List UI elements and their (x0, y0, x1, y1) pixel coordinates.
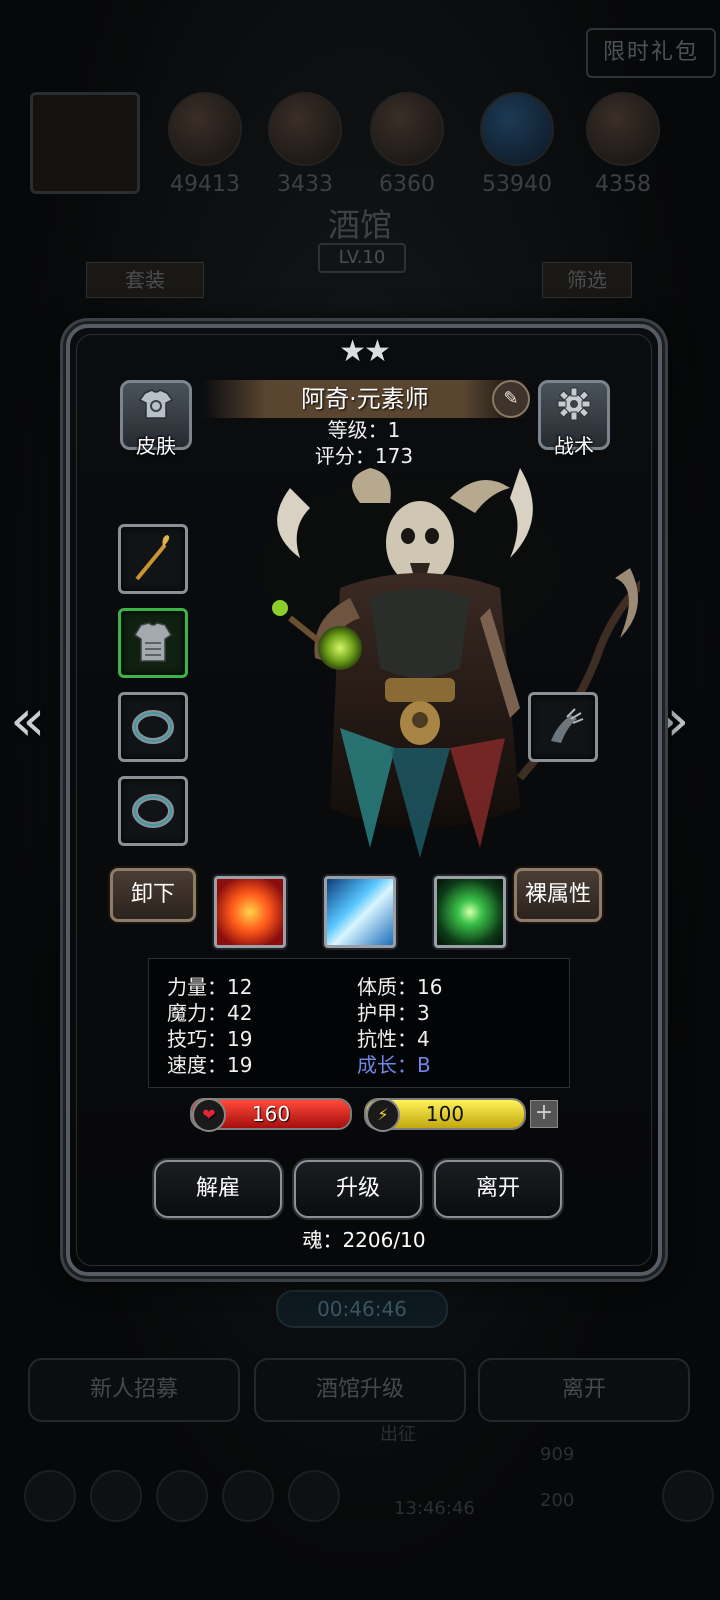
ring-icon (132, 794, 174, 828)
resource-value: 53940 (482, 172, 552, 197)
expedition-label: 出征 (380, 1424, 416, 1445)
leave-button[interactable]: 离开 (434, 1160, 562, 1218)
resource-value: 49413 (170, 172, 240, 197)
equip-slot-armor[interactable] (118, 608, 188, 678)
stat-armor: 护甲：3 (357, 1001, 430, 1025)
lightning-icon: ⚡ (366, 1098, 400, 1132)
tavern-level-badge: LV.10 (318, 243, 406, 273)
previous-hero-arrow-icon[interactable]: « (10, 686, 46, 754)
tavern-title: 酒馆 (327, 206, 392, 244)
claw-icon (551, 708, 584, 743)
resource-icon (586, 92, 660, 166)
resource-value: 6360 (379, 172, 435, 197)
hero-star-rating: ★★ (339, 334, 391, 369)
pencil-icon: ✎ (503, 388, 519, 409)
tavern-leave-button[interactable]: 离开 (478, 1358, 690, 1422)
resource-icon (480, 92, 554, 166)
unequip-button[interactable]: 卸下 (110, 868, 196, 922)
resource-value: 4358 (595, 172, 651, 197)
resource-item: 49413 (168, 92, 242, 197)
ring-icon (132, 710, 174, 744)
menu-icon[interactable] (90, 1470, 142, 1522)
resource-icon (168, 92, 242, 166)
energy-value: 100 (425, 1102, 465, 1126)
hp-value: 160 (251, 1102, 291, 1126)
menu-icon[interactable] (288, 1470, 340, 1522)
hero-detail-dialog: ★★ 皮肤 阿奇·元素师 ✎ 等级：1 评分：173 战术 卸下 裸属性 力量：… (66, 324, 662, 1276)
hero-portrait-image (260, 468, 640, 858)
resource-item: 6360 (370, 92, 444, 197)
staff-icon (135, 535, 170, 581)
add-icon[interactable] (662, 1470, 714, 1522)
resource-bar: 49413 3433 6360 53940 4358 (26, 92, 706, 202)
equip-slot-weapon[interactable] (118, 524, 188, 594)
upgrade-button[interactable]: 升级 (294, 1160, 422, 1218)
resource-icon (370, 92, 444, 166)
stat-magic: 魔力：42 (167, 1001, 253, 1025)
hero-stats-panel: 力量：12 魔力：42 技巧：19 速度：19 体质：16 护甲：3 抗性：4 … (148, 958, 570, 1088)
limited-gift-button[interactable]: 限时礼包 (586, 28, 716, 78)
equip-slot-accessory[interactable] (528, 692, 598, 762)
recruit-button[interactable]: 新人招募 (28, 1358, 240, 1422)
resource-item: 3433 (268, 92, 342, 197)
refresh-timer: 00:46:46 (276, 1290, 448, 1328)
bottom-timer: 13:46:46 (394, 1498, 475, 1519)
bottom-gem-value: 200 (540, 1490, 575, 1511)
hp-bar: ❤ 160 (190, 1098, 352, 1132)
resource-item: 4358 (586, 92, 660, 197)
menu-icon[interactable] (24, 1470, 76, 1522)
stat-resistance: 抗性：4 (357, 1027, 430, 1051)
hero-name: 阿奇·元素师 (202, 380, 528, 418)
menu-icon[interactable] (156, 1470, 208, 1522)
skill-fire-icon[interactable] (214, 876, 286, 948)
stat-skill: 技巧：19 (167, 1027, 253, 1051)
stat-constitution: 体质：16 (357, 975, 443, 999)
tactics-button[interactable]: 战术 (538, 380, 610, 458)
stat-speed: 速度：19 (167, 1053, 253, 1077)
base-attributes-button[interactable]: 裸属性 (514, 868, 602, 922)
armor-icon (133, 622, 173, 662)
resource-value: 3433 (277, 172, 333, 197)
filter-button[interactable]: 筛选 (542, 262, 632, 298)
stat-strength: 力量：12 (167, 975, 253, 999)
energy-bar: ⚡ 100 (364, 1098, 526, 1132)
resource-icon (268, 92, 342, 166)
bottom-gold-value: 909 (540, 1444, 575, 1465)
equip-slot-ring-2[interactable] (118, 776, 188, 846)
heart-icon: ❤ (192, 1098, 226, 1132)
add-energy-button[interactable]: + (530, 1100, 558, 1128)
skill-frost-icon[interactable] (324, 876, 396, 948)
resource-item: 53940 (480, 92, 554, 197)
tab-set[interactable]: 套装 (86, 262, 204, 298)
gear-icon (541, 383, 607, 430)
rename-button[interactable]: ✎ (492, 380, 530, 418)
equip-slot-ring-1[interactable] (118, 692, 188, 762)
stat-growth: 成长：B (357, 1053, 431, 1077)
soul-counter: 魂：2206/10 (302, 1228, 426, 1252)
skill-nature-icon[interactable] (434, 876, 506, 948)
menu-icon[interactable] (222, 1470, 274, 1522)
dismiss-button[interactable]: 解雇 (154, 1160, 282, 1218)
tavern-upgrade-button[interactable]: 酒馆升级 (254, 1358, 466, 1422)
